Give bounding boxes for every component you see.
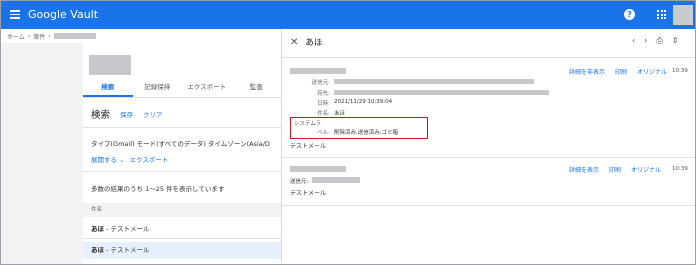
date-label: 日時: <box>317 101 330 107</box>
print-link[interactable]: 印刷 <box>609 165 621 174</box>
top-app-bar: Google Vault ? <box>1 1 695 29</box>
divider <box>83 238 281 239</box>
close-icon[interactable]: ✕ <box>290 37 298 48</box>
app-window: Google Vault ? ホーム › 案件 › 検索 記録保持 エクスポート… <box>0 0 696 265</box>
result-sender: あほ <box>91 225 104 233</box>
tab-exports[interactable]: エクスポート <box>182 76 232 97</box>
print-icon[interactable]: ⎙ <box>656 36 662 46</box>
sender-label: 送信元: <box>311 80 330 86</box>
result-row-selected[interactable]: あほ - テストメール <box>83 242 281 259</box>
avatar[interactable] <box>673 5 693 25</box>
clear-button[interactable]: クリア <box>143 109 163 119</box>
result-sender: あほ <box>91 246 104 254</box>
tab-audit[interactable]: 監査 <box>232 76 282 97</box>
redacted-recipient-address <box>334 90 549 95</box>
thread-title: あほ <box>305 38 323 48</box>
redacted-matter-title <box>89 55 131 75</box>
redacted-matter-name <box>53 33 96 39</box>
divider <box>83 171 281 172</box>
help-icon[interactable]: ? <box>624 9 635 20</box>
divider <box>282 157 695 158</box>
message-time: 10:39 <box>672 68 688 74</box>
breadcrumb-home[interactable]: ホーム <box>7 32 25 41</box>
show-details-link[interactable]: 詳細を表示 <box>569 165 599 174</box>
save-button[interactable]: 保存 <box>120 109 133 119</box>
search-title: 検索 <box>91 110 111 121</box>
chevron-right-icon[interactable]: › <box>644 36 647 46</box>
original-link[interactable]: オリジナル <box>631 165 661 174</box>
chevron-down-icon[interactable]: ⌄ <box>119 156 124 164</box>
tab-search[interactable]: 検索 <box>83 76 133 97</box>
divider <box>282 57 695 58</box>
expand-row: 展開する ⌄ エクスポート <box>91 154 168 164</box>
chevron-right-icon: › <box>48 32 51 40</box>
pane-toolbar: ‹ › ⎙ ⇕ <box>632 36 688 46</box>
print-link[interactable]: 印刷 <box>615 67 627 76</box>
app-title: Google Vault <box>28 8 99 21</box>
subject-value: あほ <box>334 111 346 117</box>
result-subject: - テストメール <box>104 225 150 233</box>
result-subject: - テストメール <box>104 246 150 254</box>
original-link[interactable]: オリジナル <box>637 67 667 76</box>
recipient-label: 宛先: <box>317 91 330 97</box>
export-button[interactable]: エクスポート <box>130 156 169 164</box>
apps-grid-icon[interactable] <box>657 10 666 19</box>
date-value: 2021/11/29 10:39:04 <box>334 99 393 105</box>
subject-label: 件名: <box>317 111 330 117</box>
redacted-sender-address <box>312 177 360 183</box>
search-criteria-summary: タイプ(Gmail) モード(すべてのデータ) タイムゾーン(Asia/D <box>91 140 270 148</box>
result-count: 多数の結果のうち 1～25 件を表示しています <box>91 185 225 193</box>
result-row[interactable]: あほ - テストメール <box>83 221 281 238</box>
divider <box>83 127 281 128</box>
message-actions: 詳細を表示 印刷 オリジナル <box>569 165 671 174</box>
redacted-sender-name <box>290 68 346 74</box>
message-body: テストメール <box>290 190 327 197</box>
sender-label: 送信元: <box>290 179 309 185</box>
tab-holds[interactable]: 記録保持 <box>133 76 183 97</box>
message-pane: ✕ あほ ‹ › ⎙ ⇕ 詳細を非表示 印刷 オリジナル 10:39 送信元: … <box>281 29 695 264</box>
chevron-right-icon: › <box>27 32 31 40</box>
expand-collapse-icon[interactable]: ⇕ <box>672 36 679 46</box>
redacted-sender-name <box>290 166 346 172</box>
hide-details-link[interactable]: 詳細を非表示 <box>569 67 605 76</box>
message-pane-header: ✕ あほ <box>290 36 323 49</box>
expand-button[interactable]: 展開する <box>91 156 117 164</box>
message-actions: 詳細を非表示 印刷 オリジナル <box>569 67 677 76</box>
menu-icon[interactable] <box>10 10 20 19</box>
message-time: 10:39 <box>672 166 688 172</box>
divider <box>282 205 695 206</box>
redacted-sender-address <box>334 79 534 84</box>
search-header: 検索 保存 クリア <box>83 107 163 121</box>
breadcrumb: ホーム › 案件 › <box>7 31 96 41</box>
highlight-annotation <box>290 117 428 139</box>
chevron-left-icon[interactable]: ‹ <box>632 36 635 46</box>
message-body: テストメール <box>290 143 327 150</box>
matter-tabs: 検索 記録保持 エクスポート 監査 <box>83 76 281 98</box>
breadcrumb-matters[interactable]: 案件 <box>33 32 45 41</box>
column-header-subject[interactable]: 件名 <box>83 203 281 217</box>
